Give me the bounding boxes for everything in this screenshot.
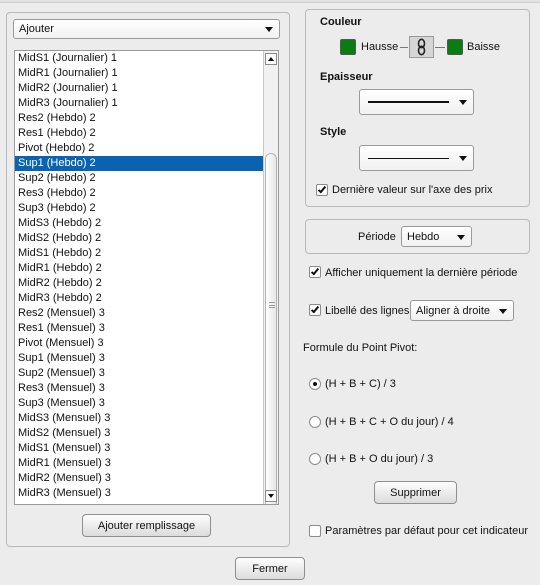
- line-labels-label: Libellé des lignes: [325, 305, 410, 317]
- label-align-select[interactable]: Aligner à droite: [410, 300, 514, 321]
- style-select[interactable]: [359, 145, 474, 171]
- scroll-down-arrow-icon[interactable]: [265, 490, 277, 502]
- list-item[interactable]: MidR3 (Mensuel) 3: [15, 486, 263, 501]
- add-fill-button-label: Ajouter remplissage: [97, 519, 196, 532]
- list-item[interactable]: MidS1 (Journalier) 1: [15, 51, 263, 66]
- label-align-select-value: Aligner à droite: [416, 304, 490, 317]
- list-item[interactable]: Pivot (Mensuel) 3: [15, 336, 263, 351]
- up-label: Hausse: [361, 41, 399, 53]
- link-colors-button[interactable]: [409, 36, 434, 58]
- style-sample-line: [368, 158, 449, 159]
- thickness-select[interactable]: [359, 89, 474, 115]
- thickness-sample-line: [368, 101, 449, 103]
- close-button-label: Fermer: [252, 562, 288, 575]
- period-select-value: Hebdo: [407, 230, 440, 243]
- close-button[interactable]: Fermer: [235, 557, 305, 580]
- chevron-down-icon: [459, 156, 467, 161]
- list-item[interactable]: Res2 (Mensuel) 3: [15, 306, 263, 321]
- style-title: Style: [320, 126, 347, 138]
- color-link-line-2: [435, 47, 445, 48]
- list-item[interactable]: MidR3 (Journalier) 1: [15, 96, 263, 111]
- default-params-label: Paramètres par défaut pour cet indicateu…: [325, 525, 529, 537]
- pivot-option-3-label: (H + B + O du jour) / 3: [325, 453, 434, 465]
- lines-list-items: MidS1 (Journalier) 1 MidR1 (Journalier) 1…: [15, 51, 263, 501]
- chevron-down-icon: [457, 234, 465, 240]
- chevron-down-icon: [265, 27, 273, 32]
- grip-icon: [269, 302, 275, 308]
- checkmark-icon: [317, 184, 327, 194]
- add-line-select-value: Ajouter: [19, 23, 54, 35]
- list-item[interactable]: MidR2 (Mensuel) 3: [15, 471, 263, 486]
- list-item[interactable]: Sup2 (Mensuel) 3: [15, 366, 263, 381]
- list-scrollbar[interactable]: [263, 51, 278, 504]
- scroll-up-arrow-icon[interactable]: [265, 53, 277, 65]
- list-item[interactable]: MidR2 (Hebdo) 2: [15, 276, 263, 291]
- lines-list[interactable]: MidS1 (Journalier) 1 MidR1 (Journalier) 1…: [14, 50, 279, 505]
- last-value-axis-label: Dernière valeur sur l'axe des prix: [332, 184, 493, 196]
- only-last-period-checkbox[interactable]: [309, 266, 321, 278]
- list-item[interactable]: Pivot (Hebdo) 2: [15, 141, 263, 156]
- delete-button[interactable]: Supprimer: [374, 481, 457, 504]
- list-item[interactable]: Res3 (Mensuel) 3: [15, 381, 263, 396]
- list-item[interactable]: MidR1 (Journalier) 1: [15, 66, 263, 81]
- checkmark-icon: [310, 304, 320, 314]
- checkmark-icon: [310, 266, 320, 276]
- pivot-option-2-label: (H + B + C + O du jour) / 4: [325, 416, 454, 428]
- list-item[interactable]: MidR1 (Hebdo) 2: [15, 261, 263, 276]
- only-last-period-label: Afficher uniquement la dernière période: [325, 267, 518, 279]
- line-labels-checkbox[interactable]: [309, 304, 321, 316]
- list-item[interactable]: Res1 (Hebdo) 2: [15, 126, 263, 141]
- chevron-down-icon: [459, 100, 467, 105]
- pivot-option-1-radio[interactable]: [309, 378, 321, 390]
- radio-dot-icon: [313, 382, 317, 386]
- list-item[interactable]: Sup2 (Hebdo) 2: [15, 171, 263, 186]
- chevron-down-icon: [499, 308, 507, 314]
- delete-button-label: Supprimer: [390, 486, 441, 499]
- list-item[interactable]: Res2 (Hebdo) 2: [15, 111, 263, 126]
- list-item[interactable]: MidR3 (Hebdo) 2: [15, 291, 263, 306]
- chain-link-icon: [417, 38, 426, 56]
- list-item[interactable]: Res1 (Mensuel) 3: [15, 321, 263, 336]
- period-label: Période: [358, 231, 396, 243]
- pivot-option-2-radio[interactable]: [309, 416, 321, 428]
- up-color-swatch[interactable]: [340, 39, 356, 55]
- thickness-title: Epaisseur: [320, 71, 373, 83]
- list-item[interactable]: Sup1 (Hebdo) 2: [15, 156, 263, 171]
- list-item[interactable]: MidS3 (Mensuel) 3: [15, 411, 263, 426]
- scroll-thumb[interactable]: [265, 153, 277, 504]
- list-item[interactable]: Sup1 (Mensuel) 3: [15, 351, 263, 366]
- default-params-checkbox[interactable]: [309, 525, 321, 537]
- list-item[interactable]: MidR2 (Journalier) 1: [15, 81, 263, 96]
- down-color-swatch[interactable]: [447, 39, 463, 55]
- list-item[interactable]: MidS3 (Hebdo) 2: [15, 216, 263, 231]
- list-item[interactable]: MidS2 (Hebdo) 2: [15, 231, 263, 246]
- list-item[interactable]: Res3 (Hebdo) 2: [15, 186, 263, 201]
- list-item[interactable]: MidS2 (Mensuel) 3: [15, 426, 263, 441]
- pivot-option-1-label: (H + B + C) / 3: [325, 378, 396, 390]
- color-title: Couleur: [320, 16, 362, 28]
- list-item[interactable]: Sup3 (Hebdo) 2: [15, 201, 263, 216]
- pivot-option-3-radio[interactable]: [309, 453, 321, 465]
- last-value-axis-checkbox[interactable]: [316, 184, 328, 196]
- list-item[interactable]: MidS1 (Mensuel) 3: [15, 441, 263, 456]
- window-top-edge: [0, 0, 540, 3]
- list-item[interactable]: MidS1 (Hebdo) 2: [15, 246, 263, 261]
- period-select[interactable]: Hebdo: [401, 226, 472, 247]
- down-label: Baisse: [467, 41, 501, 53]
- add-fill-button[interactable]: Ajouter remplissage: [82, 514, 211, 537]
- color-link-line: [400, 47, 408, 48]
- pivot-formula-title: Formule du Point Pivot:: [303, 342, 418, 354]
- list-item[interactable]: MidR1 (Mensuel) 3: [15, 456, 263, 471]
- list-item[interactable]: Sup3 (Mensuel) 3: [15, 396, 263, 411]
- add-line-select[interactable]: Ajouter: [13, 19, 280, 39]
